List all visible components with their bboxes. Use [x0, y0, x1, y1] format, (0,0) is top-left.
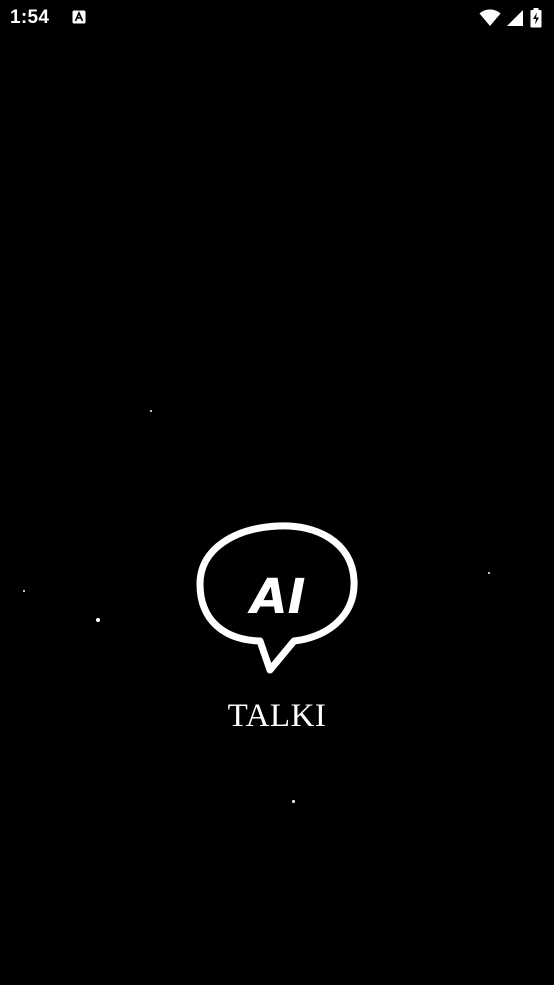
wifi-icon: [479, 9, 501, 26]
speck: [96, 618, 100, 622]
status-bar: 1:54: [0, 0, 554, 38]
speck: [292, 800, 295, 803]
a-box-icon: [72, 10, 86, 24]
speck: [488, 572, 490, 574]
speech-bubble-icon: AI: [196, 522, 358, 674]
status-icons: [479, 8, 542, 28]
app-name: TALKI: [227, 698, 327, 734]
logo-text: AI: [246, 569, 305, 625]
speck: [23, 590, 25, 592]
speck: [150, 410, 152, 412]
status-time: 1:54: [10, 7, 50, 28]
signal-icon: [507, 10, 523, 26]
battery-charging-icon: [530, 8, 542, 28]
